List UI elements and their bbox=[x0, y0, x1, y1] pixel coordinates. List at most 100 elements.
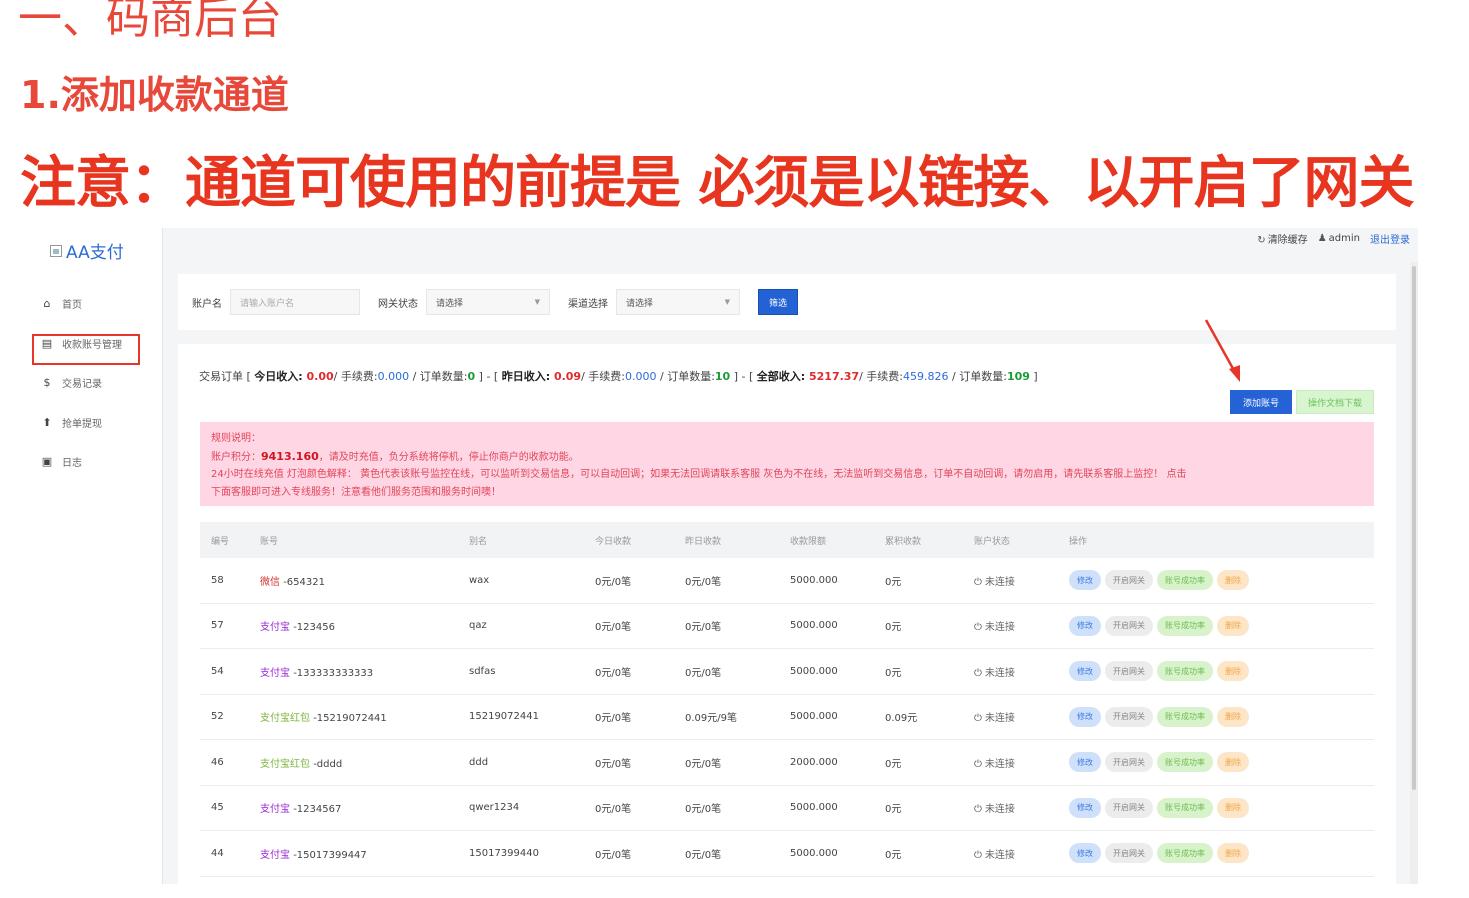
gateway-status-select[interactable]: 请选择 ▼ bbox=[426, 289, 550, 315]
cell-today: 0元/0笔 bbox=[595, 667, 632, 679]
cell-yesterday: 0元/0笔 bbox=[685, 667, 722, 679]
filter-button[interactable]: 筛选 bbox=[758, 289, 798, 315]
header-actions: 操作 bbox=[1069, 536, 1088, 547]
account-name-label: 账户名 bbox=[192, 298, 222, 310]
account-name-input[interactable]: 请输入账户名 bbox=[230, 289, 360, 315]
open-gateway-button[interactable]: 开启网关 bbox=[1105, 797, 1153, 818]
add-account-button[interactable]: 添加账号 bbox=[1230, 390, 1292, 414]
account-number: -123456 bbox=[293, 622, 335, 634]
gateway-status-label: 网关状态 bbox=[378, 298, 418, 310]
book-icon: ▣ bbox=[41, 454, 53, 468]
edit-button[interactable]: 修改 bbox=[1069, 661, 1101, 682]
channel-value: 请选择 bbox=[626, 298, 654, 309]
status-text: 未连接 bbox=[984, 804, 1015, 816]
total-income-label: 全部收入: bbox=[756, 370, 809, 383]
delete-button[interactable]: 删除 bbox=[1217, 797, 1249, 818]
edit-button[interactable]: 修改 bbox=[1069, 570, 1101, 591]
sidebar-item-withdraw[interactable]: ⬆ 抢单提现 bbox=[40, 410, 158, 434]
gateway-status-value: 请选择 bbox=[436, 298, 464, 309]
delete-button[interactable]: 删除 bbox=[1217, 752, 1249, 773]
sidebar: AA支付 ⌂ 首页 ▤ 收款账号管理 $ 交易记录 ⬆ 抢单提现 ▣ 日志 bbox=[18, 228, 163, 884]
cell-id: 54 bbox=[211, 665, 224, 677]
success-rate-button[interactable]: 账号成功率 bbox=[1157, 661, 1213, 682]
order-summary: 交易订单 [ 今日收入: 0.00/ 手续费:0.000 / 订单数量:0 ] … bbox=[199, 368, 1038, 384]
scrollbar-thumb[interactable] bbox=[1412, 266, 1416, 790]
cell-actions: 修改 开启网关 账号成功率 删除 bbox=[1069, 752, 1369, 773]
open-gateway-button[interactable]: 开启网关 bbox=[1105, 615, 1153, 636]
doc-download-button[interactable]: 操作文档下载 bbox=[1296, 390, 1374, 414]
success-rate-button[interactable]: 账号成功率 bbox=[1157, 706, 1213, 727]
edit-button[interactable]: 修改 bbox=[1069, 706, 1101, 727]
open-gateway-button[interactable]: 开启网关 bbox=[1105, 706, 1153, 727]
table-row: 45 支付宝 -1234567 qwer1234 0元/0笔 0元/0笔 500… bbox=[200, 786, 1374, 831]
delete-button[interactable]: 删除 bbox=[1217, 661, 1249, 682]
user-menu[interactable]: ♟ admin bbox=[1318, 233, 1360, 244]
logout-link[interactable]: 退出登录 bbox=[1370, 231, 1410, 246]
success-rate-button[interactable]: 账号成功率 bbox=[1157, 615, 1213, 636]
cell-status: ⏻ 未连接 bbox=[974, 664, 1069, 679]
notice-line-service: 下面客服即可进入专线服务！注意看他们服务范围和服务时间噢！ bbox=[211, 486, 501, 498]
broken-image-icon bbox=[50, 244, 62, 257]
cell-actions: 修改 开启网关 账号成功率 删除 bbox=[1069, 570, 1369, 591]
edit-button[interactable]: 修改 bbox=[1069, 752, 1101, 773]
power-icon: ⏻ bbox=[974, 849, 982, 861]
refresh-icon: ↻ bbox=[1257, 234, 1266, 246]
cell-alias: qaz bbox=[469, 620, 487, 632]
edit-button[interactable]: 修改 bbox=[1069, 615, 1101, 636]
notice-line-explain: 24小时在线充值 灯泡颜色解释： 黄色代表该账号监控在线，可以监听到交易信息，可… bbox=[211, 469, 1187, 480]
open-gateway-button[interactable]: 开启网关 bbox=[1105, 661, 1153, 682]
status-text: 未连接 bbox=[984, 849, 1015, 861]
edit-button[interactable]: 修改 bbox=[1069, 843, 1101, 864]
sidebar-item-log[interactable]: ▣ 日志 bbox=[40, 449, 158, 473]
open-gateway-button[interactable]: 开启网关 bbox=[1105, 843, 1153, 864]
total-fee-label: / 手续费: bbox=[859, 370, 904, 383]
edit-button[interactable]: 修改 bbox=[1069, 797, 1101, 818]
home-icon: ⌂ bbox=[43, 296, 51, 310]
success-rate-button[interactable]: 账号成功率 bbox=[1157, 797, 1213, 818]
cell-alias: wax bbox=[469, 574, 490, 586]
account-number: -15017399447 bbox=[293, 849, 367, 861]
clear-cache-link[interactable]: ↻ 清除缓存 bbox=[1257, 231, 1307, 246]
table-row: 46 支付宝红包 -dddd ddd 0元/0笔 0元/0笔 2000.000 … bbox=[200, 740, 1374, 786]
account-type: 支付宝 bbox=[260, 804, 290, 816]
yesterday-income-label: 昨日收入: bbox=[501, 370, 554, 383]
sidebar-item-transactions[interactable]: $ 交易记录 bbox=[40, 370, 158, 394]
logo[interactable]: AA支付 bbox=[50, 238, 124, 263]
sidebar-item-home[interactable]: ⌂ 首页 bbox=[40, 291, 158, 315]
cell-yesterday: 0元/0笔 bbox=[685, 758, 722, 770]
table-row: 54 支付宝 -133333333333 sdfas 0元/0笔 0元/0笔 5… bbox=[200, 649, 1374, 695]
cell-limit: 5000.000 bbox=[790, 665, 838, 677]
tutorial-page: 一、码商后台 1.添加收款通道 注意：通道可使用的前提是 必须是以链接、以开启了… bbox=[0, 0, 1469, 898]
account-type: 支付宝红包 bbox=[260, 758, 310, 770]
delete-button[interactable]: 删除 bbox=[1217, 843, 1249, 864]
user-icon: ♟ bbox=[1317, 232, 1327, 244]
table-header: 编号 账号 别名 今日收款 昨日收款 收款限额 累积收款 账户状态 操作 bbox=[200, 522, 1374, 558]
cell-status: ⏻ 未连接 bbox=[974, 573, 1069, 588]
cell-id: 57 bbox=[211, 620, 224, 632]
cell-limit: 5000.000 bbox=[790, 847, 838, 859]
success-rate-button[interactable]: 账号成功率 bbox=[1157, 843, 1213, 864]
delete-button[interactable]: 删除 bbox=[1217, 706, 1249, 727]
open-gateway-button[interactable]: 开启网关 bbox=[1105, 752, 1153, 773]
cell-alias: 15219072441 bbox=[469, 711, 539, 723]
delete-button[interactable]: 删除 bbox=[1217, 570, 1249, 591]
cell-status: ⏻ 未连接 bbox=[974, 755, 1069, 770]
caret-down-icon: ▼ bbox=[724, 298, 730, 306]
cell-status: ⏻ 未连接 bbox=[974, 846, 1069, 861]
power-icon: ⏻ bbox=[974, 758, 982, 770]
channel-select[interactable]: 请选择 ▼ bbox=[616, 289, 740, 315]
header-yesterday: 昨日收款 bbox=[685, 536, 722, 547]
success-rate-button[interactable]: 账号成功率 bbox=[1157, 570, 1213, 591]
success-rate-button[interactable]: 账号成功率 bbox=[1157, 752, 1213, 773]
cell-limit: 5000.000 bbox=[790, 802, 838, 814]
cell-today: 0元/0笔 bbox=[595, 713, 632, 725]
header-id: 编号 bbox=[211, 536, 230, 547]
sidebar-item-label: 首页 bbox=[62, 299, 82, 311]
cell-yesterday: 0元/0笔 bbox=[685, 576, 722, 588]
open-gateway-button[interactable]: 开启网关 bbox=[1105, 570, 1153, 591]
username: admin bbox=[1328, 232, 1360, 244]
total-fee-value: 459.826 bbox=[903, 370, 949, 383]
delete-button[interactable]: 删除 bbox=[1217, 615, 1249, 636]
account-number: -654321 bbox=[283, 576, 325, 588]
summary-suffix: ] bbox=[1029, 370, 1038, 383]
